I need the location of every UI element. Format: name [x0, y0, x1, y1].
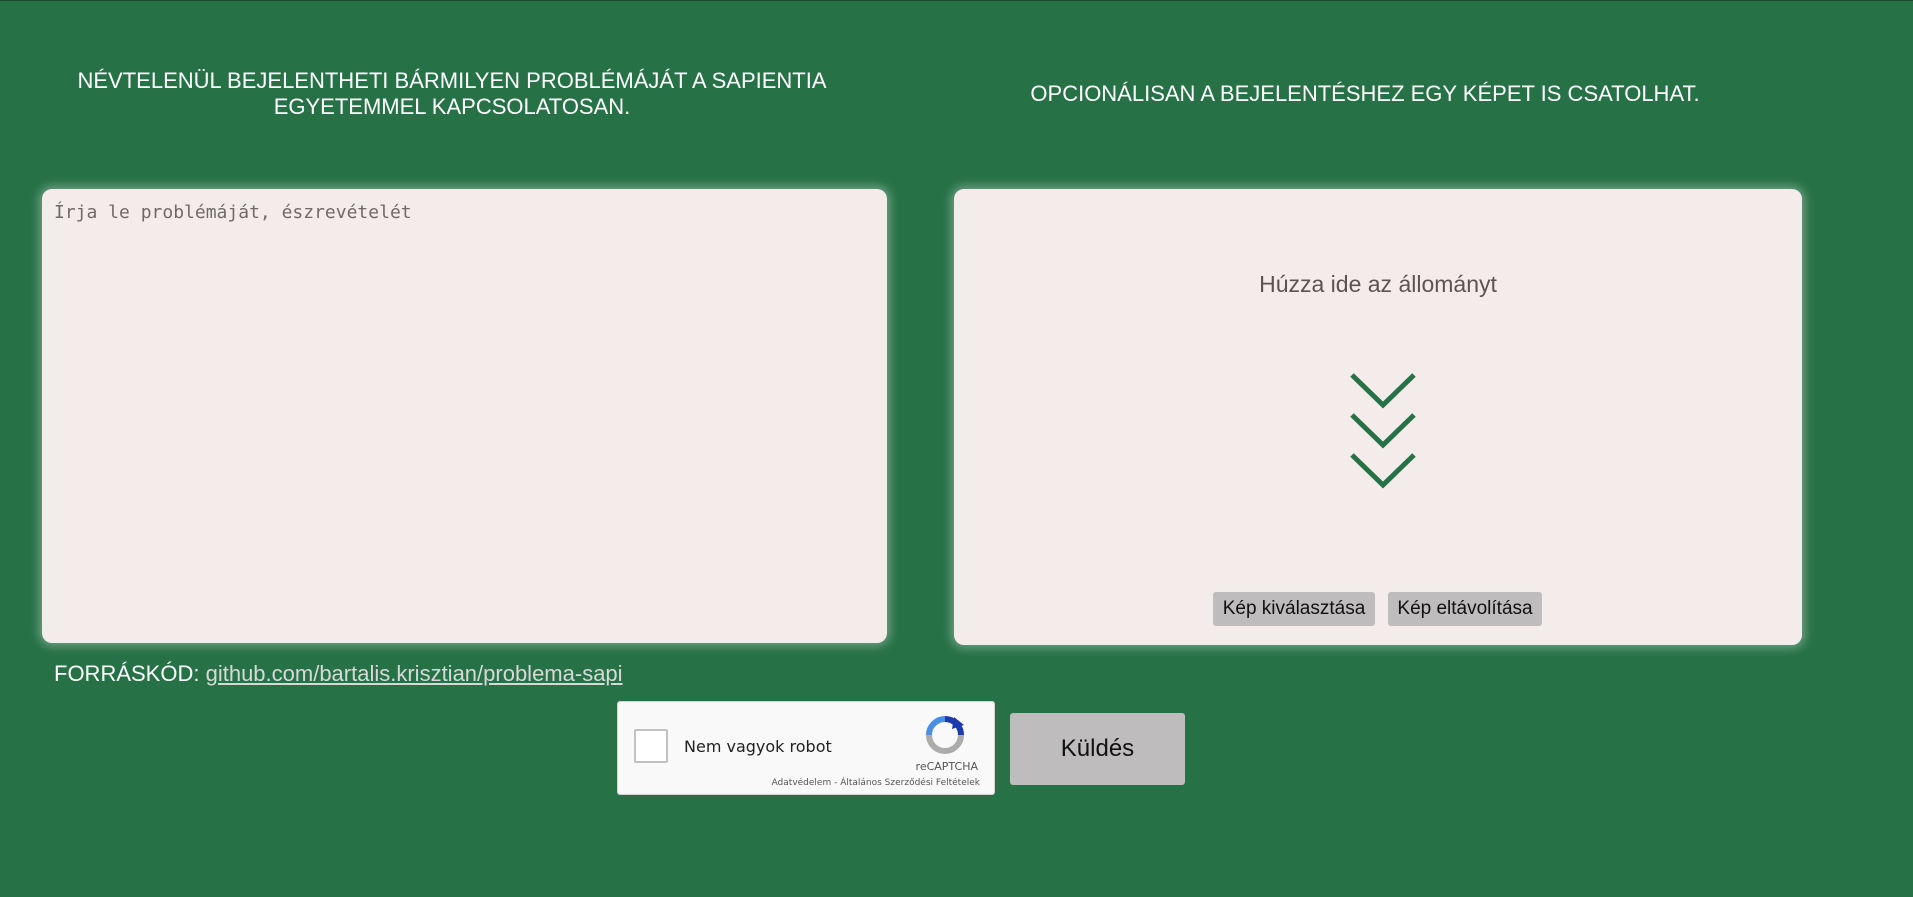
dropzone-prompt: Húzza ide az állományt — [1259, 271, 1497, 297]
anonymous-report-heading: NÉVTELENÜL BEJELENTHETI BÁRMILYEN PROBLÉ… — [77, 68, 827, 119]
source-code-link[interactable]: github.com/bartalis.krisztian/problema-s… — [206, 661, 623, 686]
source-code-line: FORRÁSKÓD: github.com/bartalis.krisztian… — [54, 661, 623, 687]
recaptcha-links[interactable]: Adatvédelem - Általános Szerződési Felté… — [772, 778, 980, 788]
recaptcha-logo-icon — [926, 716, 964, 754]
select-image-button[interactable]: Kép kiválasztása — [1213, 592, 1375, 626]
image-dropzone[interactable]: Húzza ide az állományt Kép kiválasztása … — [954, 189, 1802, 645]
source-code-label: FORRÁSKÓD: — [54, 661, 200, 686]
recaptcha-brand: reCAPTCHA — [915, 760, 978, 773]
send-button[interactable]: Küldés — [1010, 713, 1185, 785]
recaptcha-widget: Nem vagyok robot reCAPTCHA Adatvédelem -… — [617, 701, 995, 795]
recaptcha-checkbox[interactable] — [634, 729, 668, 763]
recaptcha-label: Nem vagyok robot — [684, 737, 832, 756]
message-panel — [42, 189, 887, 643]
remove-image-button[interactable]: Kép eltávolítása — [1388, 592, 1542, 626]
image-attach-heading: OPCIONÁLISAN A BEJELENTÉSHEZ EGY KÉPET I… — [1030, 81, 1700, 106]
triple-chevron-down-icon — [1350, 373, 1416, 489]
message-textarea[interactable] — [42, 189, 887, 643]
